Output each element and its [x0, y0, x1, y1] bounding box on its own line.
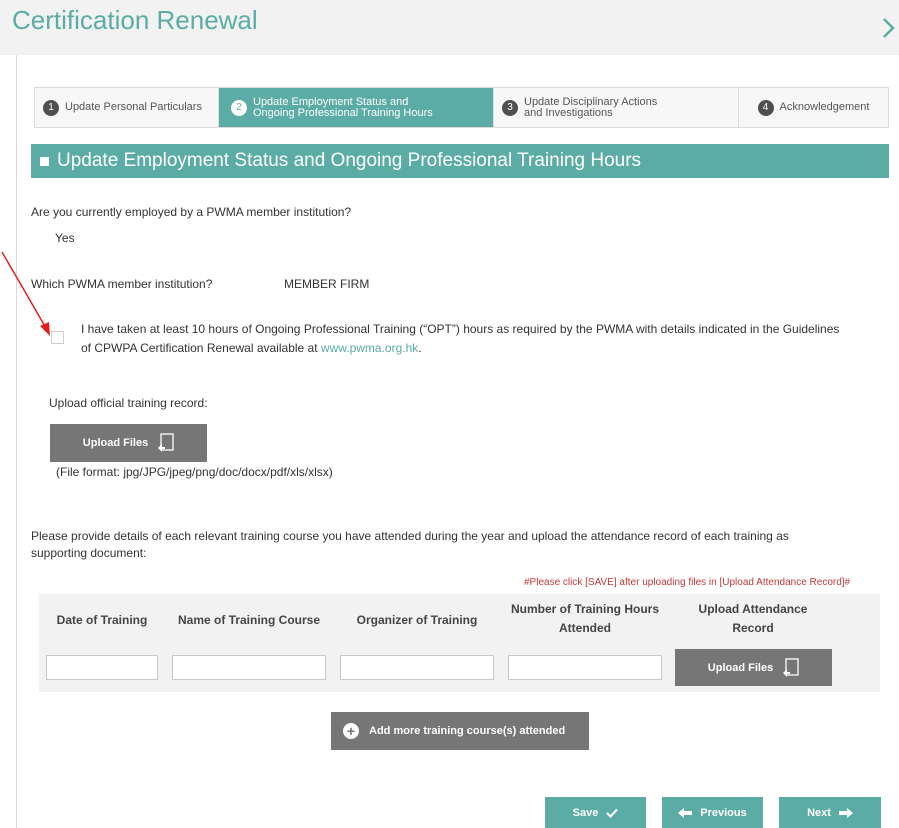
add-more-training-button[interactable]: + Add more training course(s) attended [331, 712, 589, 750]
progress-stepper: 1 Update Personal Particulars 2 Update E… [34, 87, 889, 128]
plus-icon: + [343, 723, 359, 739]
date-of-training-input[interactable] [46, 655, 158, 680]
course-name-input[interactable] [172, 655, 326, 680]
header-upload-attendance-line1: Upload Attendance [698, 602, 808, 616]
section-header: Update Employment Status and Ongoing Pro… [31, 144, 889, 178]
page-title: Certification Renewal [12, 5, 258, 35]
institution-value: MEMBER FIRM [284, 277, 370, 291]
step-label: Update Disciplinary Actions and Investig… [524, 96, 657, 119]
checkmark-icon [606, 808, 619, 818]
organizer-input[interactable] [340, 655, 494, 680]
upload-files-button[interactable]: Upload Files [50, 424, 207, 462]
upload-document-icon [783, 657, 799, 677]
courses-instruction-line1: Please provide details of each relevant … [31, 529, 789, 543]
step-number-2: 2 [231, 99, 247, 116]
arrow-left-icon [678, 807, 693, 818]
step-acknowledgement[interactable]: 4 Acknowledgement [739, 88, 888, 127]
upload-attendance-label: Upload Files [707, 661, 774, 674]
file-format-note: (File format: jpg/JPG/jpeg/png/doc/docx/… [56, 465, 333, 479]
arrow-right-icon [838, 807, 853, 818]
header-organizer: Organizer of Training [356, 613, 478, 627]
opt-declaration-line1: I have taken at least 10 hours of Ongoin… [81, 322, 840, 336]
upload-record-label: Upload official training record: [49, 396, 208, 410]
header-name-of-course: Name of Training Course [177, 613, 321, 627]
step-label: Update Personal Particulars [65, 101, 202, 113]
red-arrow-icon [1, 251, 50, 336]
step-update-disciplinary-actions[interactable]: 3 Update Disciplinary Actions and Invest… [494, 88, 739, 127]
training-hours-input[interactable] [508, 655, 662, 680]
pwma-website-link[interactable]: www.pwma.org.hk [321, 341, 418, 355]
header-training-hours-line2: Attended [559, 621, 611, 635]
chevron-right-icon[interactable] [879, 10, 899, 46]
step-label: Update Employment Status and Ongoing Pro… [253, 96, 433, 119]
opt-declaration-line2: of CPWPA Certification Renewal available… [81, 341, 422, 355]
upload-document-icon [158, 433, 174, 452]
header-date-of-training: Date of Training [56, 613, 148, 627]
step-update-personal-particulars[interactable]: 1 Update Personal Particulars [35, 88, 219, 127]
add-more-label: Add more training course(s) attended [369, 725, 566, 737]
step-number-4: 4 [757, 99, 774, 116]
next-button[interactable]: Next [779, 797, 881, 828]
opt-declaration-text: of CPWPA Certification Renewal available… [81, 341, 318, 355]
header-upload-attendance: Upload Attendance Record [670, 600, 836, 638]
courses-instruction-line2: supporting document: [31, 546, 147, 560]
opt-declaration-period: . [418, 341, 422, 355]
previous-label: Previous [700, 806, 747, 819]
step-label-line2: and Investigations [524, 106, 613, 119]
section-title: Update Employment Status and Ongoing Pro… [57, 150, 642, 171]
step-number-1: 1 [43, 99, 59, 116]
header-upload-attendance-line2: Record [732, 621, 774, 635]
square-bullet-icon [40, 156, 49, 166]
header-training-hours-line1: Number of Training Hours [510, 602, 659, 616]
upload-files-label: Upload Files [82, 437, 149, 449]
step-label: Acknowledgement [779, 101, 870, 113]
next-label: Next [807, 806, 831, 819]
opt-declaration-checkbox[interactable] [51, 331, 64, 344]
step-number-3: 3 [502, 99, 518, 116]
employment-question: Are you currently employed by a PWMA mem… [31, 205, 352, 219]
save-button[interactable]: Save [545, 797, 646, 828]
save-hint: #Please click [SAVE] after uploading fil… [524, 577, 851, 588]
previous-button[interactable]: Previous [662, 797, 763, 828]
header-training-hours: Number of Training Hours Attended [502, 600, 668, 638]
step-label-line2: Ongoing Professional Training Hours [253, 106, 433, 119]
content-border [16, 55, 17, 828]
step-update-employment-status[interactable]: 2 Update Employment Status and Ongoing P… [219, 88, 494, 127]
page-header: Certification Renewal [0, 0, 899, 55]
certification-renewal-page: Certification Renewal 1 Update Personal … [0, 0, 899, 828]
save-label: Save [572, 806, 599, 819]
upload-attendance-button[interactable]: Upload Files [675, 649, 832, 686]
employment-answer: Yes [55, 231, 75, 245]
